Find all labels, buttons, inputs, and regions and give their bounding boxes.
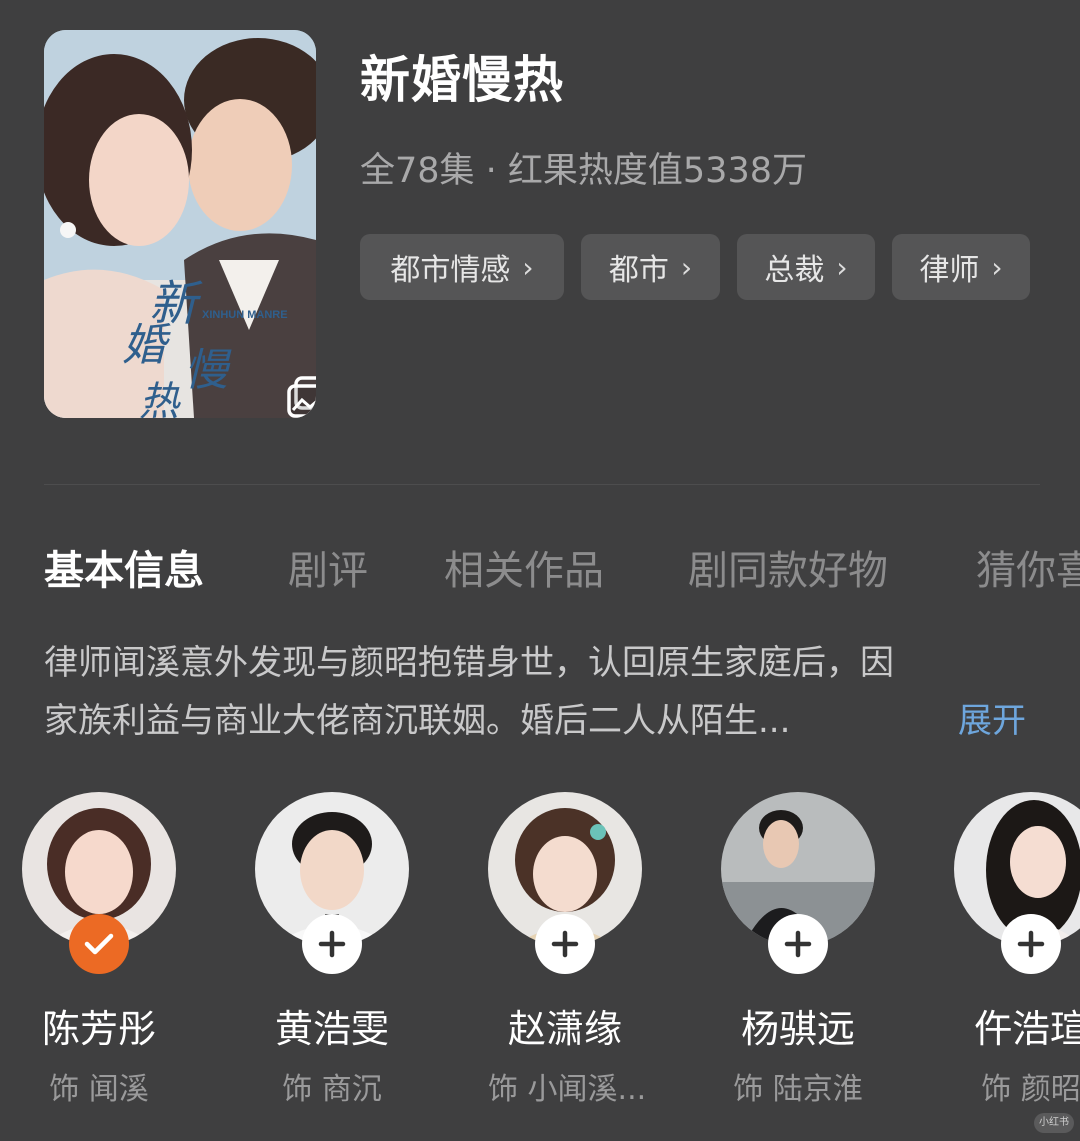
cast-role: 饰 小闻溪... xyxy=(488,1072,647,1107)
tag-label: 总裁 xyxy=(764,253,825,288)
chevron-right-icon: › xyxy=(836,250,848,284)
chevron-right-icon: › xyxy=(522,250,534,284)
plus-icon xyxy=(784,930,812,958)
drama-poster[interactable]: 新 婚 慢 热 XINHUN MANRE xyxy=(44,30,316,418)
tab-reviews[interactable]: 剧评 xyxy=(288,538,368,596)
gallery-icon[interactable] xyxy=(286,376,316,418)
tab-guess-you-like[interactable]: 猜你喜 xyxy=(976,538,1080,596)
plus-icon xyxy=(551,930,579,958)
poster-caption: XINHUN MANRE xyxy=(202,309,288,321)
tag-chip[interactable]: 都市情感 › xyxy=(360,234,564,300)
cast-role: 饰 商沉 xyxy=(282,1072,382,1107)
follow-button[interactable] xyxy=(302,914,362,974)
follow-button[interactable] xyxy=(768,914,828,974)
poster-calligraphy-3: 慢 xyxy=(184,345,232,396)
tag-chip[interactable]: 都市 › xyxy=(581,234,720,300)
plus-icon xyxy=(318,930,346,958)
tab-basic-info[interactable]: 基本信息 xyxy=(44,538,204,596)
cast-name: 杨骐远 xyxy=(740,1007,855,1051)
cast-name: 仵浩瑄 xyxy=(973,1007,1080,1051)
poster-calligraphy-2: 婚 xyxy=(122,320,171,371)
tag-label: 律师 xyxy=(919,253,980,288)
drama-meta: 全78集 · 红果热度值5338万 xyxy=(360,151,807,191)
cast-role: 饰 闻溪 xyxy=(49,1072,149,1107)
poster-calligraphy-4: 热 xyxy=(139,379,181,418)
tag-chip[interactable]: 总裁 › xyxy=(737,234,875,300)
synopsis-line: 家族利益与商业大佬商沉联姻。婚后二人从陌生... xyxy=(44,701,791,741)
tab-same-style-goods[interactable]: 剧同款好物 xyxy=(688,538,888,596)
tag-label: 都市 xyxy=(608,253,669,288)
watermark: 小红书 xyxy=(1034,1113,1074,1133)
follow-button[interactable] xyxy=(535,914,595,974)
synopsis-line: 律师闻溪意外发现与颜昭抱错身世，认回原生家庭后，因 xyxy=(44,643,894,683)
drama-title: 新婚慢热 xyxy=(360,51,564,109)
expand-link[interactable]: 展开 xyxy=(958,692,1026,750)
plus-icon xyxy=(1017,930,1045,958)
cast-list: 陈芳彤 饰 闻溪 黄浩雯 饰 商沉 赵潇缘 饰 小闻溪... 杨骐远 饰 陆京淮… xyxy=(0,792,1080,1141)
synopsis: 律师闻溪意外发现与颜昭抱错身世，认回原生家庭后，因 家族利益与商业大佬商沉联姻。… xyxy=(44,634,1034,750)
followed-badge[interactable] xyxy=(69,914,129,974)
cast-role: 饰 颜昭 xyxy=(981,1072,1080,1107)
section-divider xyxy=(44,484,1040,485)
tag-chip[interactable]: 律师 › xyxy=(892,234,1030,300)
chevron-right-icon: › xyxy=(680,250,693,284)
tag-label: 都市情感 xyxy=(390,253,511,288)
chevron-right-icon: › xyxy=(991,250,1003,284)
cast-name: 黄浩雯 xyxy=(274,1007,389,1051)
poster-artwork: 新 婚 慢 热 XINHUN MANRE xyxy=(44,30,316,418)
follow-button[interactable] xyxy=(1001,914,1061,974)
check-icon xyxy=(84,933,114,955)
cast-name: 陈芳彤 xyxy=(41,1007,156,1051)
cast-name: 赵潇缘 xyxy=(507,1007,622,1051)
tab-related-works[interactable]: 相关作品 xyxy=(444,538,604,596)
cast-role: 饰 陆京淮 xyxy=(733,1072,863,1107)
